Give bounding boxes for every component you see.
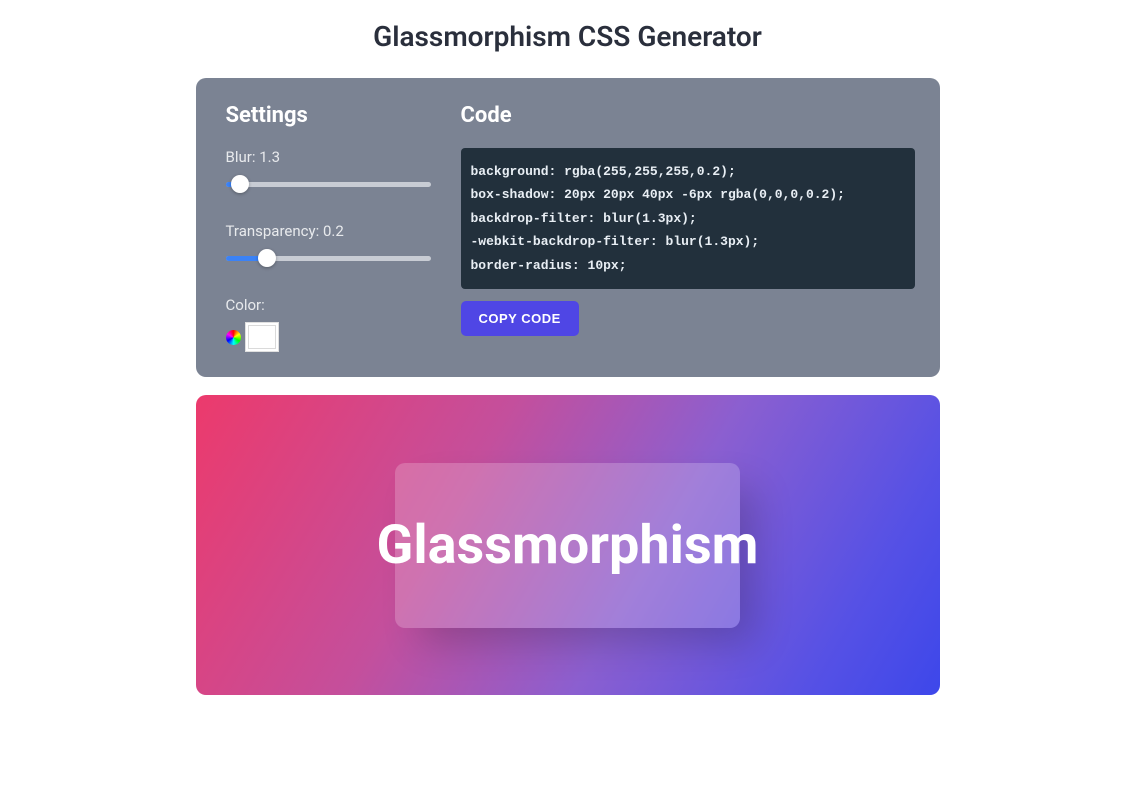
code-column: Code background: rgba(255,255,255,0.2); … xyxy=(461,103,915,352)
page-title: Glassmorphism CSS Generator xyxy=(373,20,762,53)
code-heading: Code xyxy=(461,103,915,128)
slider-thumb[interactable] xyxy=(231,175,249,193)
transparency-slider[interactable] xyxy=(226,248,431,268)
settings-heading: Settings xyxy=(226,103,431,128)
copy-code-button[interactable]: COPY CODE xyxy=(461,301,579,336)
color-swatch-inner xyxy=(248,325,276,349)
preview-text: Glassmorphism xyxy=(377,514,759,577)
settings-column: Settings Blur: 1.3 Transparency: 0.2 xyxy=(226,103,431,352)
glass-card: Glassmorphism xyxy=(395,463,740,628)
color-control: Color: xyxy=(226,296,431,352)
settings-panel: Settings Blur: 1.3 Transparency: 0.2 xyxy=(196,78,940,377)
color-picker[interactable] xyxy=(245,322,279,352)
color-label: Color: xyxy=(226,296,431,314)
transparency-label: Transparency: 0.2 xyxy=(226,222,431,240)
slider-thumb[interactable] xyxy=(258,249,276,267)
blur-label: Blur: 1.3 xyxy=(226,148,431,166)
blur-slider[interactable] xyxy=(226,174,431,194)
code-output: background: rgba(255,255,255,0.2); box-s… xyxy=(461,148,915,289)
transparency-control: Transparency: 0.2 xyxy=(226,222,431,268)
preview-panel: Glassmorphism xyxy=(196,395,940,695)
color-wheel-icon xyxy=(226,330,241,345)
slider-track xyxy=(226,182,431,187)
blur-control: Blur: 1.3 xyxy=(226,148,431,194)
